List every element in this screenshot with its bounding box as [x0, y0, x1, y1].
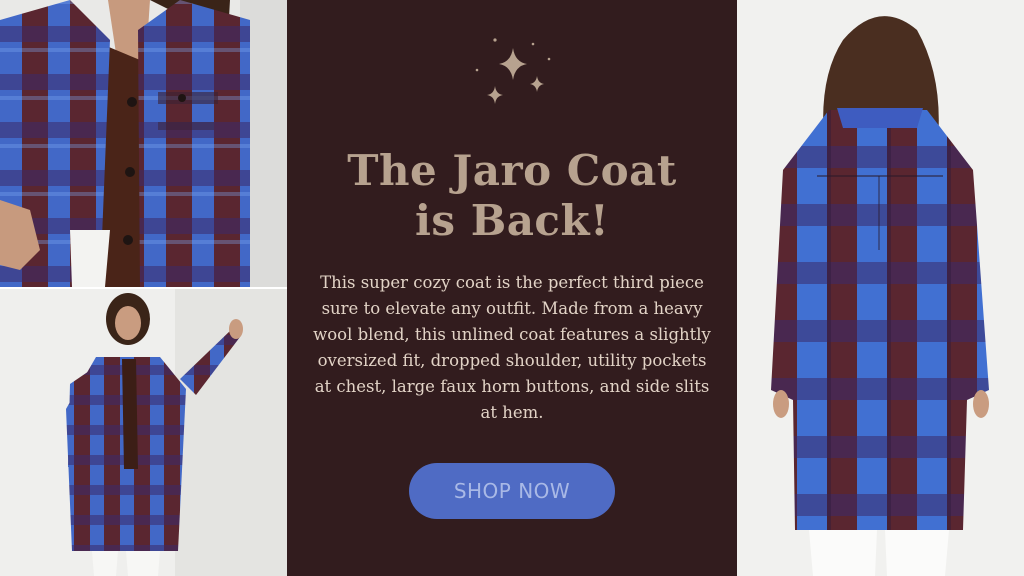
headline-line-1: The Jaro Coat — [347, 146, 677, 195]
coat-back-view-illustration — [737, 0, 1024, 576]
model-full-length-photo — [0, 289, 287, 576]
shop-now-button[interactable]: SHOP NOW — [409, 463, 615, 519]
promo-panel: The Jaro Coat is Back! This super cozy c… — [287, 0, 737, 576]
product-description: This super cozy coat is the perfect thir… — [313, 273, 711, 422]
sparkles-icon — [475, 38, 551, 104]
coat-front-closeup-illustration — [0, 0, 287, 287]
coat-front-closeup-photo — [0, 0, 287, 287]
model-full-length-illustration — [0, 289, 287, 576]
headline-line-2: is Back! — [414, 196, 610, 245]
coat-back-view-photo — [737, 0, 1024, 576]
headline: The Jaro Coat is Back! — [287, 146, 737, 246]
